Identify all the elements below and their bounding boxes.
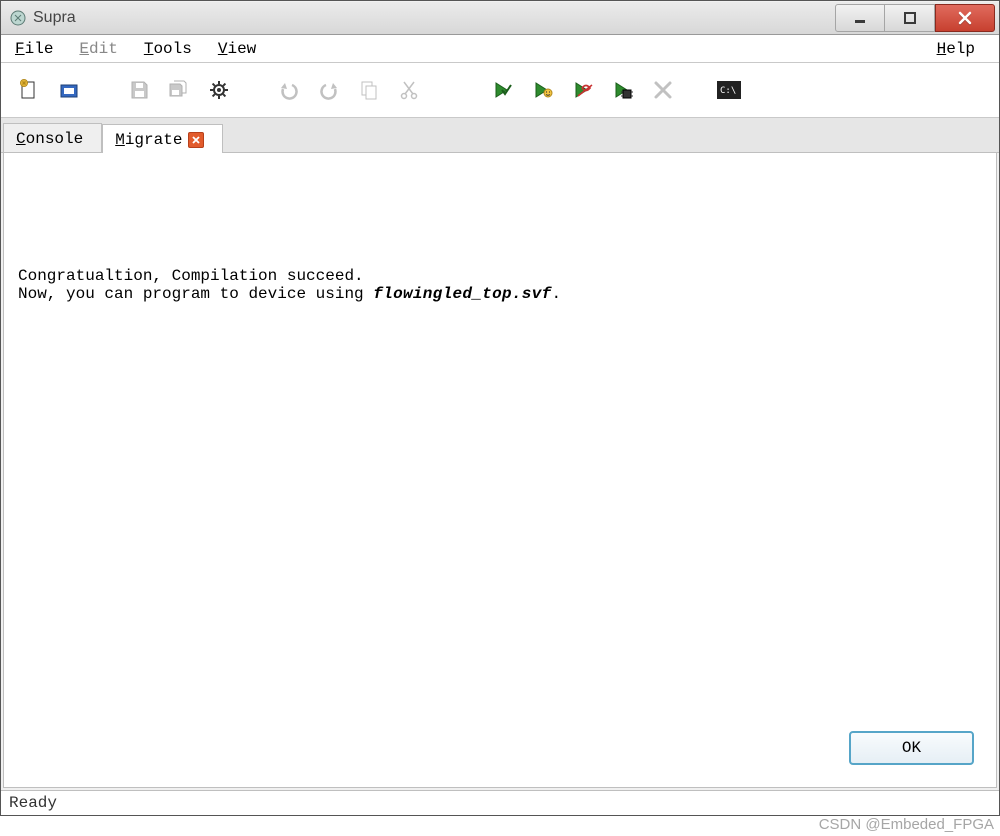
svg-text:C:\: C:\ xyxy=(720,86,736,96)
close-icon xyxy=(957,11,973,25)
minimize-icon xyxy=(853,11,867,25)
content-panel: Congratualtion, Compilation succeed. Now… xyxy=(3,153,997,788)
minimize-button[interactable] xyxy=(835,4,885,32)
menu-bar: File Edit Tools View Help xyxy=(1,35,999,63)
menu-view[interactable]: View xyxy=(210,38,274,60)
title-bar: Supra xyxy=(1,1,999,35)
run-smile-icon[interactable] xyxy=(527,74,559,106)
terminal-icon[interactable]: C:\ xyxy=(713,74,745,106)
menu-tools[interactable]: Tools xyxy=(136,38,210,60)
tab-console[interactable]: Console xyxy=(3,123,102,152)
run-chip-icon[interactable] xyxy=(607,74,639,106)
close-button[interactable] xyxy=(935,4,995,32)
message-filename: flowingled_top.svf xyxy=(373,285,551,303)
undo-icon[interactable] xyxy=(273,74,305,106)
message-line2-suffix: . xyxy=(552,285,562,303)
run-wave-icon[interactable] xyxy=(567,74,599,106)
window-title: Supra xyxy=(33,9,76,27)
app-icon xyxy=(9,9,27,27)
message-line1: Congratualtion, Compilation succeed. xyxy=(18,267,982,285)
save-icon[interactable] xyxy=(123,74,155,106)
copy-icon[interactable] xyxy=(353,74,385,106)
menu-help[interactable]: Help xyxy=(929,38,993,60)
app-window: Supra File Edit Tools View Help xyxy=(0,0,1000,816)
toolbar: C:\ xyxy=(1,63,999,118)
redo-icon[interactable] xyxy=(313,74,345,106)
stop-icon[interactable] xyxy=(647,74,679,106)
save-all-icon[interactable] xyxy=(163,74,195,106)
tab-migrate[interactable]: Migrate xyxy=(102,124,223,153)
window-controls xyxy=(835,4,999,32)
tab-close-icon[interactable] xyxy=(188,132,204,148)
message-line2-prefix: Now, you can program to device using xyxy=(18,285,373,303)
maximize-icon xyxy=(903,11,917,25)
compilation-message: Congratualtion, Compilation succeed. Now… xyxy=(18,267,982,303)
status-text: Ready xyxy=(9,794,57,812)
open-project-icon[interactable] xyxy=(53,74,85,106)
new-file-icon[interactable] xyxy=(13,74,45,106)
ok-button[interactable]: OK xyxy=(849,731,974,765)
run-check-icon[interactable] xyxy=(487,74,519,106)
menu-file[interactable]: File xyxy=(7,38,71,60)
maximize-button[interactable] xyxy=(885,4,935,32)
tab-strip: Console Migrate xyxy=(1,118,999,153)
settings-icon[interactable] xyxy=(203,74,235,106)
message-line2: Now, you can program to device using flo… xyxy=(18,285,982,303)
cut-icon[interactable] xyxy=(393,74,425,106)
watermark: CSDN @Embeded_FPGA xyxy=(819,816,994,833)
status-bar: Ready xyxy=(1,790,999,815)
menu-edit[interactable]: Edit xyxy=(71,38,135,60)
